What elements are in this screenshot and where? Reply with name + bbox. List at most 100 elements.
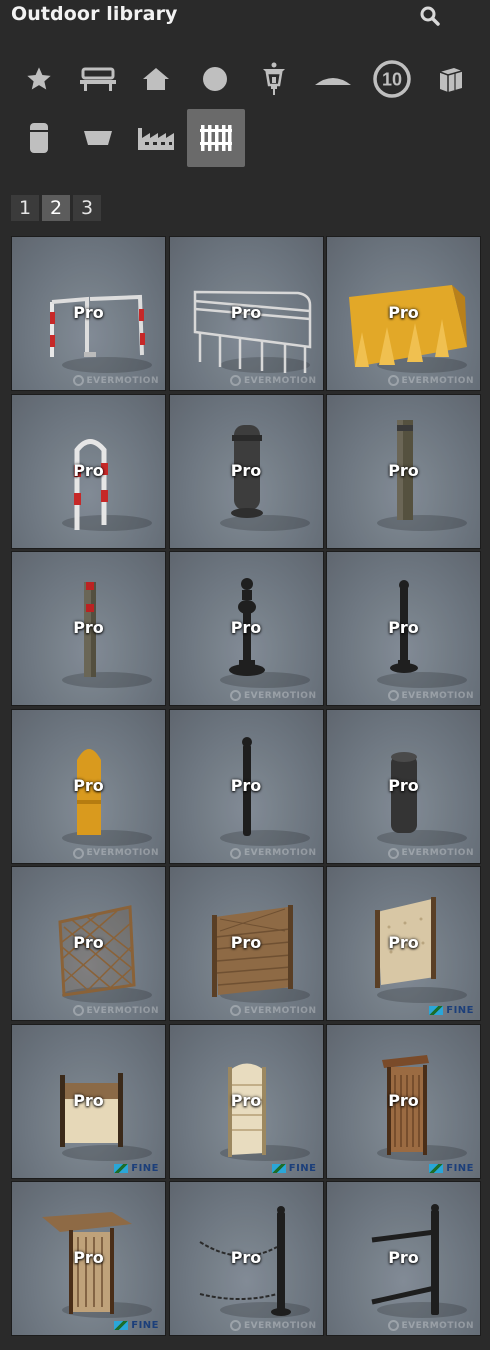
- evermotion-watermark: EVERMOTION: [230, 690, 316, 701]
- asset-tile[interactable]: Pro FINE: [326, 1023, 481, 1179]
- evermotion-watermark: EVERMOTION: [387, 847, 474, 859]
- pro-badge: Pro: [73, 1248, 104, 1267]
- pro-badge: Pro: [73, 1090, 104, 1110]
- pro-badge: Pro: [388, 1090, 419, 1110]
- category-industry[interactable]: [127, 109, 185, 167]
- asset-tile[interactable]: Pro EVERMOTION: [168, 866, 324, 1021]
- header: Outdoor library: [0, 0, 490, 34]
- pro-badge: Pro: [230, 303, 262, 322]
- category-buildings[interactable]: [127, 50, 185, 108]
- evermotion-watermark: EVERMOTION: [230, 1005, 316, 1016]
- category-bins[interactable]: [10, 109, 68, 167]
- asset-tile[interactable]: Pro: [168, 393, 324, 549]
- category-bar: 10: [0, 50, 490, 170]
- page-button-2[interactable]: 2: [42, 195, 70, 221]
- box-icon: [439, 68, 463, 92]
- circle-icon: [203, 67, 227, 91]
- asset-tile[interactable]: Pro EVERMOTION: [11, 866, 166, 1021]
- evermotion-watermark: EVERMOTION: [387, 1320, 474, 1331]
- evermotion-watermark: EVERMOTION: [387, 375, 474, 386]
- asset-tile[interactable]: Pro: [326, 393, 481, 549]
- category-planters[interactable]: [69, 109, 127, 167]
- evermotion-watermark: EVERMOTION: [72, 375, 159, 386]
- pro-badge: Pro: [230, 1248, 262, 1267]
- watermark-text: EVERMOTION: [244, 375, 317, 386]
- pagination: 1 2 3: [11, 195, 101, 221]
- speed-sign-label: 10: [382, 70, 402, 90]
- watermark-text: EVERMOTION: [244, 690, 317, 701]
- category-fences[interactable]: [187, 109, 245, 167]
- category-favorites[interactable]: [10, 50, 68, 108]
- factory-icon: [138, 128, 174, 150]
- evermotion-watermark: EVERMOTION: [387, 690, 474, 701]
- asset-tile[interactable]: Pro EVERMOTION: [326, 708, 481, 864]
- watermark-text: EVERMOTION: [244, 1005, 317, 1016]
- asset-tile[interactable]: Pro FINE: [11, 1023, 166, 1179]
- planter-icon: [84, 131, 112, 145]
- pro-badge: Pro: [230, 933, 262, 952]
- search-icon[interactable]: [418, 4, 442, 28]
- watermark-text: EVERMOTION: [244, 848, 317, 858]
- watermark-text: EVERMOTION: [244, 1320, 317, 1331]
- watermark-text: FINE: [131, 1320, 159, 1331]
- asset-tile[interactable]: Pro EVERMOTION: [326, 236, 481, 391]
- asset-tile[interactable]: Pro FINE: [168, 1023, 324, 1179]
- pro-badge: Pro: [230, 460, 262, 480]
- fine-watermark: FINE: [114, 1163, 159, 1174]
- pro-badge: Pro: [388, 460, 419, 480]
- asset-tile[interactable]: Pro: [11, 393, 166, 549]
- asset-tile[interactable]: Pro EVERMOTION: [326, 551, 481, 706]
- page-button-1[interactable]: 1: [11, 195, 39, 221]
- bin-icon: [30, 123, 48, 153]
- asset-tile[interactable]: Pro EVERMOTION: [168, 708, 324, 864]
- pro-badge: Pro: [388, 618, 419, 637]
- watermark-text: EVERMOTION: [86, 1005, 159, 1016]
- fine-watermark: FINE: [114, 1320, 159, 1331]
- evermotion-watermark: EVERMOTION: [230, 375, 316, 386]
- pro-badge: Pro: [73, 460, 104, 480]
- category-signs[interactable]: 10: [363, 50, 421, 108]
- fence-icon: [200, 125, 232, 151]
- page-button-3[interactable]: 3: [73, 195, 101, 221]
- watermark-text: EVERMOTION: [401, 690, 474, 701]
- pro-badge: Pro: [73, 303, 104, 322]
- watermark-text: EVERMOTION: [401, 1320, 474, 1331]
- asset-tile[interactable]: Pro EVERMOTION: [168, 551, 324, 706]
- watermark-text: FINE: [446, 1005, 474, 1016]
- category-round[interactable]: [186, 50, 244, 108]
- category-lamps[interactable]: [245, 50, 303, 108]
- pro-badge: Pro: [230, 775, 262, 795]
- pro-badge: Pro: [230, 618, 262, 637]
- category-canopies[interactable]: [304, 50, 362, 108]
- asset-tile[interactable]: Pro EVERMOTION: [11, 236, 166, 391]
- watermark-text: EVERMOTION: [401, 375, 474, 386]
- category-boxes[interactable]: [422, 50, 480, 108]
- watermark-text: EVERMOTION: [401, 848, 474, 858]
- asset-tile[interactable]: Pro FINE: [11, 1181, 166, 1336]
- star-icon: [27, 67, 51, 90]
- asset-tile[interactable]: Pro EVERMOTION: [168, 1181, 324, 1336]
- watermark-text: EVERMOTION: [86, 375, 159, 386]
- pro-badge: Pro: [73, 775, 104, 795]
- watermark-text: FINE: [131, 1162, 159, 1174]
- pro-badge: Pro: [388, 933, 419, 952]
- pro-badge: Pro: [388, 775, 419, 795]
- pro-badge: Pro: [73, 618, 104, 637]
- pro-badge: Pro: [388, 303, 419, 322]
- canopy-icon: [315, 78, 351, 85]
- evermotion-watermark: EVERMOTION: [72, 847, 159, 859]
- asset-tile[interactable]: Pro EVERMOTION: [326, 1181, 481, 1336]
- fine-watermark: FINE: [429, 1163, 474, 1174]
- lantern-icon: [263, 62, 285, 95]
- speed-sign-icon: 10: [373, 60, 411, 98]
- fine-watermark: FINE: [271, 1162, 317, 1174]
- watermark-text: FINE: [446, 1162, 474, 1174]
- asset-tile[interactable]: Pro EVERMOTION: [11, 708, 166, 864]
- category-benches[interactable]: [69, 50, 127, 108]
- watermark-text: FINE: [288, 1162, 317, 1174]
- asset-tile[interactable]: Pro FINE: [326, 866, 481, 1021]
- asset-tile[interactable]: Pro EVERMOTION: [168, 236, 324, 391]
- asset-tile[interactable]: Pro: [11, 551, 166, 706]
- fine-watermark: FINE: [429, 1005, 474, 1016]
- evermotion-watermark: EVERMOTION: [72, 1005, 159, 1016]
